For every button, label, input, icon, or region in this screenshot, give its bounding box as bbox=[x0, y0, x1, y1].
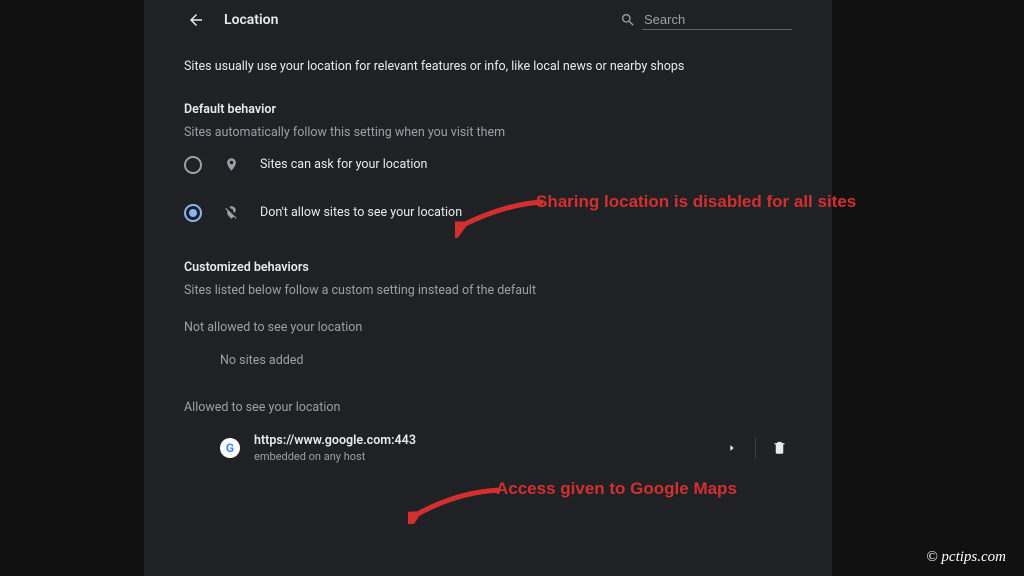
site-sub: embedded on any host bbox=[254, 450, 416, 463]
not-allowed-heading: Not allowed to see your location bbox=[184, 320, 792, 335]
not-allowed-empty: No sites added bbox=[184, 353, 792, 368]
search-field[interactable] bbox=[620, 10, 792, 30]
intro-text: Sites usually use your location for rele… bbox=[184, 58, 792, 76]
default-behavior-radiogroup: Sites can ask for your location Don't al… bbox=[184, 156, 792, 222]
radio-icon bbox=[184, 204, 202, 222]
separator bbox=[755, 437, 756, 459]
content: Sites usually use your location for rele… bbox=[144, 38, 832, 463]
topbar: Location bbox=[144, 0, 832, 38]
settings-panel: Location Sites usually use your location… bbox=[144, 0, 832, 576]
site-text: https://www.google.com:443 embedded on a… bbox=[254, 433, 416, 463]
allowed-site-row[interactable]: G https://www.google.com:443 embedded on… bbox=[184, 433, 792, 463]
radio-label: Sites can ask for your location bbox=[260, 157, 427, 172]
search-input[interactable] bbox=[642, 10, 792, 30]
back-button[interactable] bbox=[184, 8, 208, 32]
default-behavior-heading: Default behavior bbox=[184, 102, 792, 117]
allowed-heading: Allowed to see your location bbox=[184, 400, 792, 415]
site-url: https://www.google.com:443 bbox=[254, 433, 416, 448]
customized-sub: Sites listed below follow a custom setti… bbox=[184, 283, 792, 298]
row-actions bbox=[719, 435, 792, 461]
page-title: Location bbox=[224, 12, 278, 28]
trash-icon bbox=[772, 440, 787, 455]
default-behavior-sub: Sites automatically follow this setting … bbox=[184, 125, 792, 140]
details-button[interactable] bbox=[719, 435, 745, 461]
radio-icon bbox=[184, 156, 202, 174]
radio-sites-can-ask[interactable]: Sites can ask for your location bbox=[184, 156, 792, 174]
location-off-icon bbox=[222, 204, 240, 222]
search-icon bbox=[620, 12, 636, 28]
radio-label: Don't allow sites to see your location bbox=[260, 205, 462, 220]
watermark: © pctips.com bbox=[926, 549, 1006, 566]
arrow-left-icon bbox=[187, 11, 205, 29]
customized-heading: Customized behaviors bbox=[184, 260, 792, 275]
location-pin-icon bbox=[222, 156, 240, 174]
chevron-right-icon bbox=[727, 443, 737, 453]
delete-button[interactable] bbox=[766, 435, 792, 461]
google-favicon-icon: G bbox=[220, 438, 240, 458]
radio-dont-allow[interactable]: Don't allow sites to see your location bbox=[184, 204, 792, 222]
